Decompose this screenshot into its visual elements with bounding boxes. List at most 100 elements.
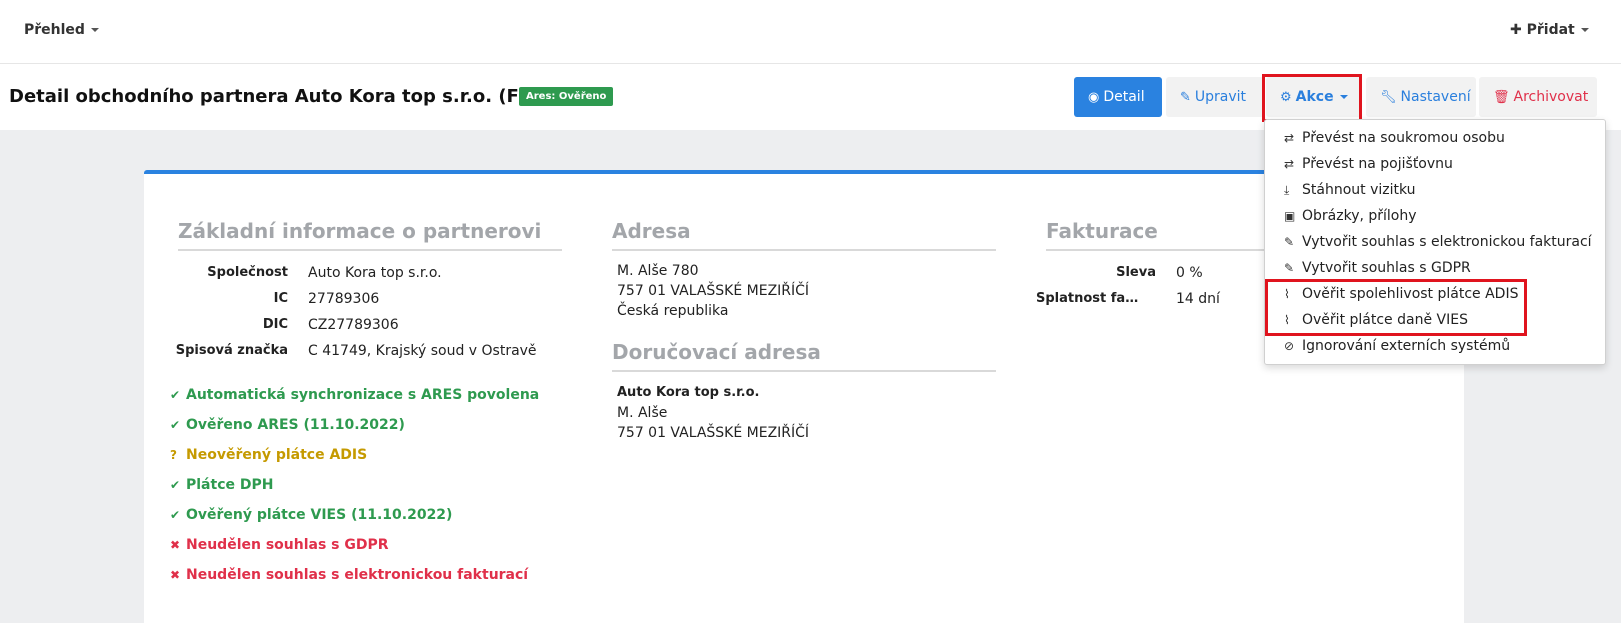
pencil-icon: ✎ — [1180, 90, 1191, 105]
overview-menu-label: Přehled — [24, 22, 85, 38]
image-file-icon: ▣ — [1284, 209, 1296, 223]
dic-value: CZ27789306 — [308, 317, 399, 333]
billing-divider — [1046, 249, 1266, 251]
status-adis-unverified: ? Neověřený plátce ADIS — [170, 447, 367, 463]
status-text: Neudělen souhlas s GDPR — [186, 537, 389, 553]
ic-value: 27789306 — [308, 291, 380, 307]
discount-value: 0 % — [1176, 265, 1203, 281]
gear-icon: ⚙ — [1280, 90, 1292, 105]
question-icon: ? — [170, 448, 177, 462]
cross-icon: ✖ — [170, 568, 181, 582]
actions-button[interactable]: ⚙ Akce — [1266, 77, 1362, 117]
due-date-value: 14 dní — [1176, 291, 1220, 307]
detail-button[interactable]: ◉ Detail — [1074, 77, 1162, 117]
status-text: Automatická synchronizace s ARES povolen… — [186, 387, 540, 403]
delivery-city: 757 01 VALAŠSKÉ MEZIŘÍČÍ — [617, 425, 810, 441]
menu-item-label: Vytvořit souhlas s elektronickou faktura… — [1302, 234, 1592, 250]
add-menu[interactable]: ✚ Přidat — [1510, 22, 1589, 38]
address-street: M. Alše 780 — [617, 263, 699, 279]
actions-dropdown-menu: ⇄ Převést na soukromou osobu ⇄ Převést na … — [1264, 119, 1606, 365]
settings-button-label: Nastavení — [1400, 89, 1471, 105]
check-icon: ✔ — [170, 508, 181, 522]
status-vat-payer: ✔ Plátce DPH — [170, 477, 273, 493]
discount-label: Sleva — [1116, 265, 1156, 280]
ban-icon: ⊘ — [1284, 339, 1295, 353]
caret-down-icon — [1580, 28, 1589, 32]
archive-button[interactable]: 🗑︎ Archivovat — [1479, 77, 1597, 117]
company-label: Společnost — [207, 265, 288, 280]
caret-down-icon — [90, 28, 99, 32]
menu-item-label: Ignorování externích systémů — [1302, 338, 1511, 354]
check-icon: ✔ — [170, 418, 181, 432]
menu-item-verify-adis[interactable]: ⌇ Ověřit spolehlivost plátce ADIS — [1284, 286, 1518, 302]
basic-info-divider — [178, 249, 562, 251]
company-value: Auto Kora top s.r.o. — [308, 265, 442, 281]
download-icon: ⤓ — [1284, 183, 1290, 197]
ares-status-badge: Ares: Ověřeno — [519, 87, 614, 106]
pencil-icon: ✎ — [1284, 235, 1295, 249]
pencil-icon: ✎ — [1284, 261, 1295, 275]
basic-info-title: Základní informace o partnerovi — [178, 219, 542, 243]
due-date-label: Splatnost faktur — [1036, 291, 1146, 306]
menu-item-label: Ověřit spolehlivost plátce ADIS — [1302, 286, 1519, 302]
status-text: Plátce DPH — [186, 477, 274, 493]
delivery-street: M. Alše — [617, 405, 668, 421]
status-gdpr-missing: ✖ Neudělen souhlas s GDPR — [170, 537, 389, 553]
cross-icon: ✖ — [170, 538, 181, 552]
delivery-address-divider — [612, 370, 996, 372]
menu-item-create-gdpr-consent[interactable]: ✎ Vytvořit souhlas s GDPR — [1284, 260, 1471, 276]
status-text: Neudělen souhlas s elektronickou faktura… — [186, 567, 529, 583]
menu-item-label: Obrázky, přílohy — [1302, 208, 1417, 224]
settings-button[interactable]: 🔧︎ Nastavení — [1366, 77, 1476, 117]
plus-icon: ✚ — [1510, 22, 1522, 38]
menu-item-convert-private[interactable]: ⇄ Převést na soukromou osobu — [1284, 130, 1505, 146]
caret-down-icon — [1339, 95, 1348, 99]
address-city: 757 01 VALAŠSKÉ MEZIŘÍČÍ — [617, 283, 810, 299]
status-einvoice-missing: ✖ Neudělen souhlas s elektronickou faktur… — [170, 567, 528, 583]
overview-menu[interactable]: Přehled — [24, 22, 99, 38]
menu-item-verify-vies[interactable]: ⌇ Ověřit plátce daně VIES — [1284, 312, 1468, 328]
archive-button-label: Archivovat — [1513, 89, 1589, 105]
status-text: Ověřeno ARES (11.10.2022) — [186, 417, 405, 433]
billing-title: Fakturace — [1046, 219, 1158, 243]
actions-button-label: Akce — [1295, 89, 1334, 105]
check-icon: ✔ — [170, 478, 181, 492]
dic-label: DIČ — [262, 317, 288, 332]
file-number-label: Spisová značka — [175, 343, 288, 358]
add-menu-label: Přidat — [1526, 22, 1575, 38]
edit-button[interactable]: ✎ Upravit — [1166, 77, 1264, 117]
trash-icon: 🗑︎ — [1493, 90, 1510, 105]
menu-item-download-vcard[interactable]: ⤓ Stáhnout vizitku — [1284, 182, 1416, 198]
paperclip-icon: ⌇ — [1284, 313, 1290, 327]
delivery-address-title: Doručovací adresa — [612, 340, 821, 364]
menu-item-label: Stáhnout vizitku — [1302, 182, 1416, 198]
menu-item-label: Ověřit plátce daně VIES — [1302, 312, 1468, 328]
address-divider — [612, 249, 996, 251]
menu-item-images-attachments[interactable]: ▣ Obrázky, přílohy — [1284, 208, 1417, 224]
menu-item-label: Vytvořit souhlas s GDPR — [1302, 260, 1471, 276]
menu-item-create-einvoice-consent[interactable]: ✎ Vytvořit souhlas s elektronickou faktur… — [1284, 234, 1592, 250]
wrench-icon: 🔧︎ — [1380, 90, 1397, 105]
page-title: Detail obchodního partnera Auto Kora top… — [9, 86, 574, 107]
menu-item-ignore-external[interactable]: ⊘ Ignorování externích systémů — [1284, 338, 1510, 354]
status-text: Neověřený plátce ADIS — [186, 447, 368, 463]
ic-label: IČ — [273, 291, 288, 306]
menu-item-label: Převést na pojišťovnu — [1302, 156, 1453, 172]
address-title: Adresa — [612, 219, 691, 243]
top-navbar: Přehled ✚ Přidat — [0, 0, 1621, 64]
menu-item-convert-insurance[interactable]: ⇄ Převést na pojišťovnu — [1284, 156, 1453, 172]
status-ares-sync: ✔ Automatická synchronizace s ARES povole… — [170, 387, 539, 403]
status-vies-verified: ✔ Ověřený plátce VIES (11.10.2022) — [170, 507, 452, 523]
eye-icon: ◉ — [1088, 90, 1100, 105]
delivery-company: Auto Kora top s.r.o. — [617, 385, 760, 400]
detail-button-label: Detail — [1103, 89, 1145, 105]
status-text: Ověřený plátce VIES (11.10.2022) — [186, 507, 453, 523]
file-number-value: C 41749, Krajský soud v Ostravě — [308, 343, 537, 359]
menu-item-label: Převést na soukromou osobu — [1302, 130, 1505, 146]
exchange-icon: ⇄ — [1284, 157, 1295, 171]
status-ares-verified: ✔ Ověřeno ARES (11.10.2022) — [170, 417, 405, 433]
address-country: Česká republika — [617, 303, 729, 319]
exchange-icon: ⇄ — [1284, 131, 1295, 145]
edit-button-label: Upravit — [1194, 89, 1247, 105]
paperclip-icon: ⌇ — [1284, 287, 1290, 301]
